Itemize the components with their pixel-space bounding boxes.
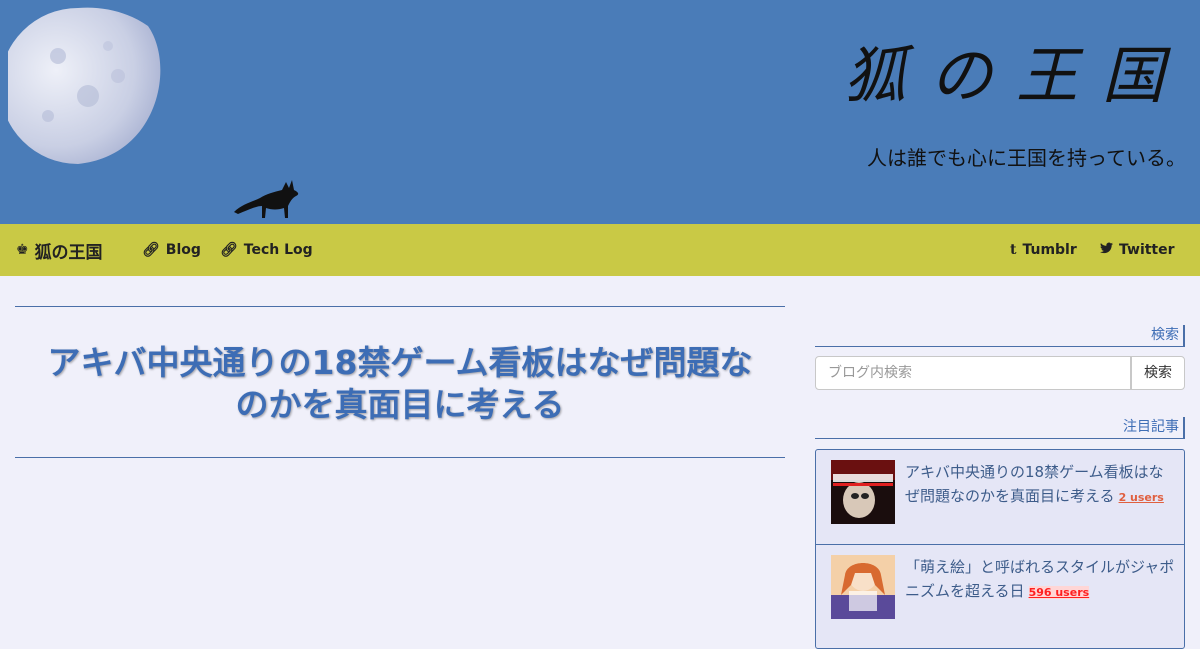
nav-brand-label: 狐の王国 [34, 242, 103, 263]
moon-image [8, 7, 161, 164]
search-input[interactable]: ブログ内検索 [815, 356, 1131, 390]
twitter-icon [1100, 242, 1113, 258]
nav-link-tech-log[interactable]: 🔗︎ Tech Log [220, 224, 313, 276]
featured-thumbnail-image [831, 555, 895, 619]
link-icon: 🔗︎ [220, 242, 238, 258]
nav-link-label: Twitter [1119, 242, 1175, 258]
featured-item[interactable]: 「萌え絵」と呼ばれるスタイルがジャポニズムを超える日 596 users [816, 544, 1184, 639]
site-tagline: 人は誰でも心に王国を持っている。 [867, 146, 1186, 170]
link-icon: 🔗︎ [142, 242, 160, 258]
nav-link-tumblr[interactable]: t Tumblr [1010, 224, 1077, 276]
nav-link-twitter[interactable]: Twitter [1100, 224, 1175, 276]
featured-heading: 注目記事 [815, 417, 1185, 439]
fox-silhouette-image [234, 180, 299, 218]
featured-item-text: 「萌え絵」と呼ばれるスタイルがジャポニズムを超える日 596 users [905, 555, 1175, 605]
featured-list: アキバ中央通りの18禁ゲーム看板はなぜ問題なのかを真面目に考える 2 users … [815, 449, 1185, 649]
tumblr-icon: t [1010, 242, 1017, 258]
search-heading: 検索 [815, 325, 1185, 347]
featured-item-text: アキバ中央通りの18禁ゲーム看板はなぜ問題なのかを真面目に考える 2 users [905, 460, 1175, 510]
bookmark-count-badge[interactable]: 596 users [1028, 586, 1090, 599]
nav-brand-link[interactable]: ♚ 狐の王国 [16, 224, 103, 276]
nav-link-label: Tumblr [1022, 242, 1077, 258]
title-top-divider [15, 306, 785, 307]
featured-thumbnail-image [831, 460, 895, 524]
nav-link-blog[interactable]: 🔗︎ Blog [142, 224, 201, 276]
chess-king-icon: ♚ [16, 242, 29, 258]
post-title[interactable]: アキバ中央通りの18禁ゲーム看板はなぜ問題なのかを真面目に考える [40, 342, 760, 426]
nav-link-label: Blog [165, 242, 201, 258]
site-header: 狐の王国 人は誰でも心に王国を持っている。 [0, 0, 1200, 224]
search-button[interactable]: 検索 [1131, 356, 1185, 390]
bookmark-count-badge[interactable]: 2 users [1119, 491, 1164, 504]
title-bottom-divider [15, 457, 785, 458]
site-title[interactable]: 狐の王国 [844, 36, 1188, 116]
featured-item[interactable]: アキバ中央通りの18禁ゲーム看板はなぜ問題なのかを真面目に考える 2 users [816, 450, 1184, 544]
navbar: ♚ 狐の王国 🔗︎ Blog 🔗︎ Tech Log t Tumblr Twit… [0, 224, 1200, 276]
nav-link-label: Tech Log [243, 242, 313, 258]
